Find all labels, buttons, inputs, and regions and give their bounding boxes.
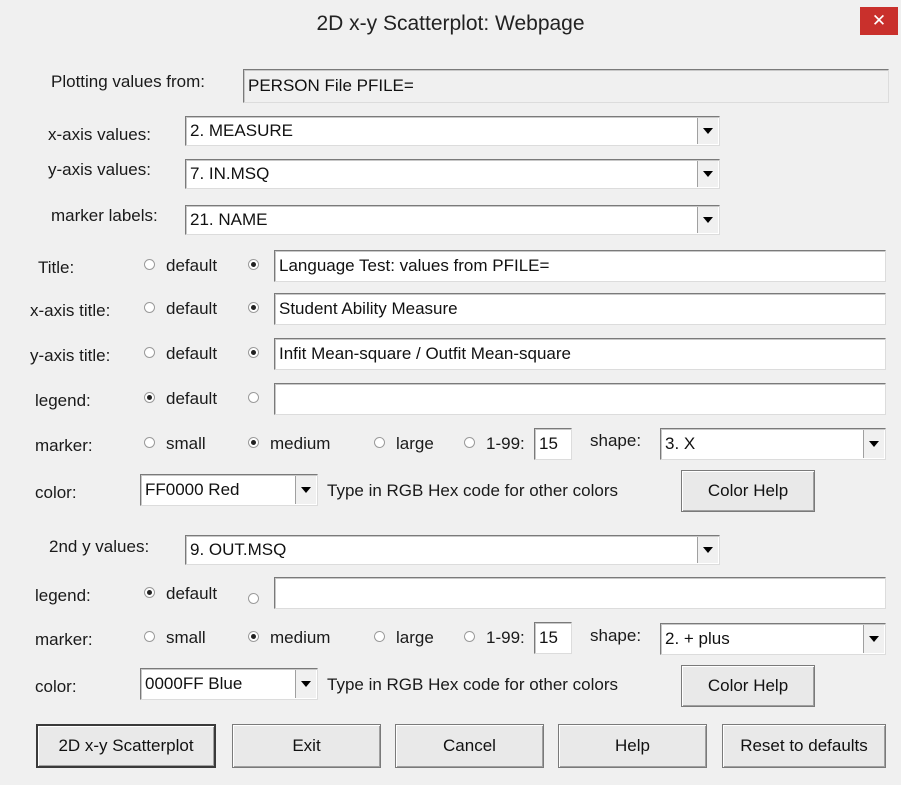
marker-medium-radio[interactable] xyxy=(248,437,259,448)
color-help-button[interactable]: Color Help xyxy=(681,470,815,512)
marker-size-input[interactable] xyxy=(534,428,572,460)
second-marker-small-label: small xyxy=(166,628,206,647)
scatterplot-dialog: 2D x-y Scatterplot: Webpage ✕ Plotting v… xyxy=(0,0,901,785)
second-legend-custom-radio[interactable] xyxy=(248,593,259,604)
reset-defaults-button[interactable]: Reset to defaults xyxy=(722,724,886,768)
marker-shape-selected: 3. X xyxy=(665,434,696,453)
second-marker-medium-radio[interactable] xyxy=(248,631,259,642)
second-legend-default-label: default xyxy=(166,584,218,603)
scatterplot-button[interactable]: 2D x-y Scatterplot xyxy=(36,724,216,768)
marker-label: marker: xyxy=(35,436,93,455)
marker-labels-label: marker labels: xyxy=(51,206,158,225)
legend-custom-radio[interactable] xyxy=(248,392,259,403)
second-y-values-selected: 9. OUT.MSQ xyxy=(190,540,287,559)
marker-small-radio[interactable] xyxy=(144,437,155,448)
title-default-label: default xyxy=(166,256,218,275)
close-button[interactable]: ✕ xyxy=(860,7,898,35)
second-marker-label: marker: xyxy=(35,630,93,649)
second-marker-large-label: large xyxy=(396,628,434,647)
help-button[interactable]: Help xyxy=(558,724,707,768)
marker-large-radio[interactable] xyxy=(374,437,385,448)
y-axis-title-default-radio[interactable] xyxy=(144,347,155,358)
second-color-selected: 0000FF Blue xyxy=(145,674,243,693)
second-marker-custom-size-label: 1-99: xyxy=(486,628,525,647)
title-label: Title: xyxy=(38,258,75,277)
marker-shape-select[interactable]: 3. X xyxy=(660,428,886,460)
title-default-radio[interactable] xyxy=(144,259,155,270)
chevron-down-icon[interactable] xyxy=(863,625,884,653)
x-axis-values-label: x-axis values: xyxy=(48,125,151,144)
chevron-down-icon[interactable] xyxy=(863,430,884,458)
plotting-values-label: Plotting values from: xyxy=(51,72,206,91)
chevron-down-icon[interactable] xyxy=(697,537,718,563)
second-color-hint: Type in RGB Hex code for other colors xyxy=(327,675,619,694)
second-color-label: color: xyxy=(35,677,77,696)
second-marker-custom-size-radio[interactable] xyxy=(464,631,475,642)
second-color-select[interactable]: 0000FF Blue xyxy=(140,668,318,700)
cancel-button[interactable]: Cancel xyxy=(395,724,544,768)
second-legend-default-radio[interactable] xyxy=(144,587,155,598)
close-icon: ✕ xyxy=(871,11,887,30)
chevron-down-icon[interactable] xyxy=(295,476,316,504)
window-title: 2D x-y Scatterplot: Webpage xyxy=(316,12,585,35)
marker-large-label: large xyxy=(396,434,434,453)
title-input[interactable] xyxy=(274,250,886,282)
second-y-values-label: 2nd y values: xyxy=(49,537,150,556)
second-y-values-select[interactable]: 9. OUT.MSQ xyxy=(185,535,720,565)
chevron-down-icon[interactable] xyxy=(697,161,718,187)
second-legend-label: legend: xyxy=(35,586,91,605)
legend-default-label: default xyxy=(166,389,218,408)
second-legend-input[interactable] xyxy=(274,577,886,609)
second-marker-shape-select[interactable]: 2. + plus xyxy=(660,623,886,655)
y-axis-title-custom-radio[interactable] xyxy=(248,347,259,358)
color-hint: Type in RGB Hex code for other colors xyxy=(327,481,619,500)
y-axis-title-default-label: default xyxy=(166,344,218,363)
second-marker-small-radio[interactable] xyxy=(144,631,155,642)
color-selected: FF0000 Red xyxy=(145,480,240,499)
marker-small-label: small xyxy=(166,434,206,453)
marker-labels-select[interactable]: 21. NAME xyxy=(185,205,720,235)
x-axis-title-input[interactable] xyxy=(274,293,886,325)
chevron-down-icon[interactable] xyxy=(295,670,316,698)
y-axis-values-selected: 7. IN.MSQ xyxy=(190,164,270,183)
second-marker-shape-label: shape: xyxy=(590,626,642,645)
x-axis-values-selected: 2. MEASURE xyxy=(190,121,293,140)
y-axis-values-select[interactable]: 7. IN.MSQ xyxy=(185,159,720,189)
legend-default-radio[interactable] xyxy=(144,392,155,403)
y-axis-title-input[interactable] xyxy=(274,338,886,370)
x-axis-title-default-radio[interactable] xyxy=(144,302,155,313)
marker-custom-size-radio[interactable] xyxy=(464,437,475,448)
marker-custom-size-label: 1-99: xyxy=(486,434,525,453)
y-axis-values-label: y-axis values: xyxy=(48,160,151,179)
x-axis-title-label: x-axis title: xyxy=(30,301,111,320)
y-axis-title-label: y-axis title: xyxy=(30,346,111,365)
second-color-help-button[interactable]: Color Help xyxy=(681,665,815,707)
marker-medium-label: medium xyxy=(270,434,331,453)
title-custom-radio[interactable] xyxy=(248,259,259,270)
x-axis-values-select[interactable]: 2. MEASURE xyxy=(185,116,720,146)
chevron-down-icon[interactable] xyxy=(697,207,718,233)
legend-input[interactable] xyxy=(274,383,886,415)
legend-label: legend: xyxy=(35,391,91,410)
second-marker-medium-label: medium xyxy=(270,628,331,647)
x-axis-title-default-label: default xyxy=(166,299,218,318)
second-marker-shape-selected: 2. + plus xyxy=(665,629,730,648)
color-select[interactable]: FF0000 Red xyxy=(140,474,318,506)
x-axis-title-custom-radio[interactable] xyxy=(248,302,259,313)
second-marker-large-radio[interactable] xyxy=(374,631,385,642)
color-label: color: xyxy=(35,483,77,502)
second-marker-size-input[interactable] xyxy=(534,622,572,654)
marker-labels-selected: 21. NAME xyxy=(190,210,268,229)
marker-shape-label: shape: xyxy=(590,431,642,450)
title-bar: 2D x-y Scatterplot: Webpage ✕ xyxy=(0,0,901,48)
chevron-down-icon[interactable] xyxy=(697,118,718,144)
plotting-values-field: PERSON File PFILE= xyxy=(243,69,889,103)
exit-button[interactable]: Exit xyxy=(232,724,381,768)
